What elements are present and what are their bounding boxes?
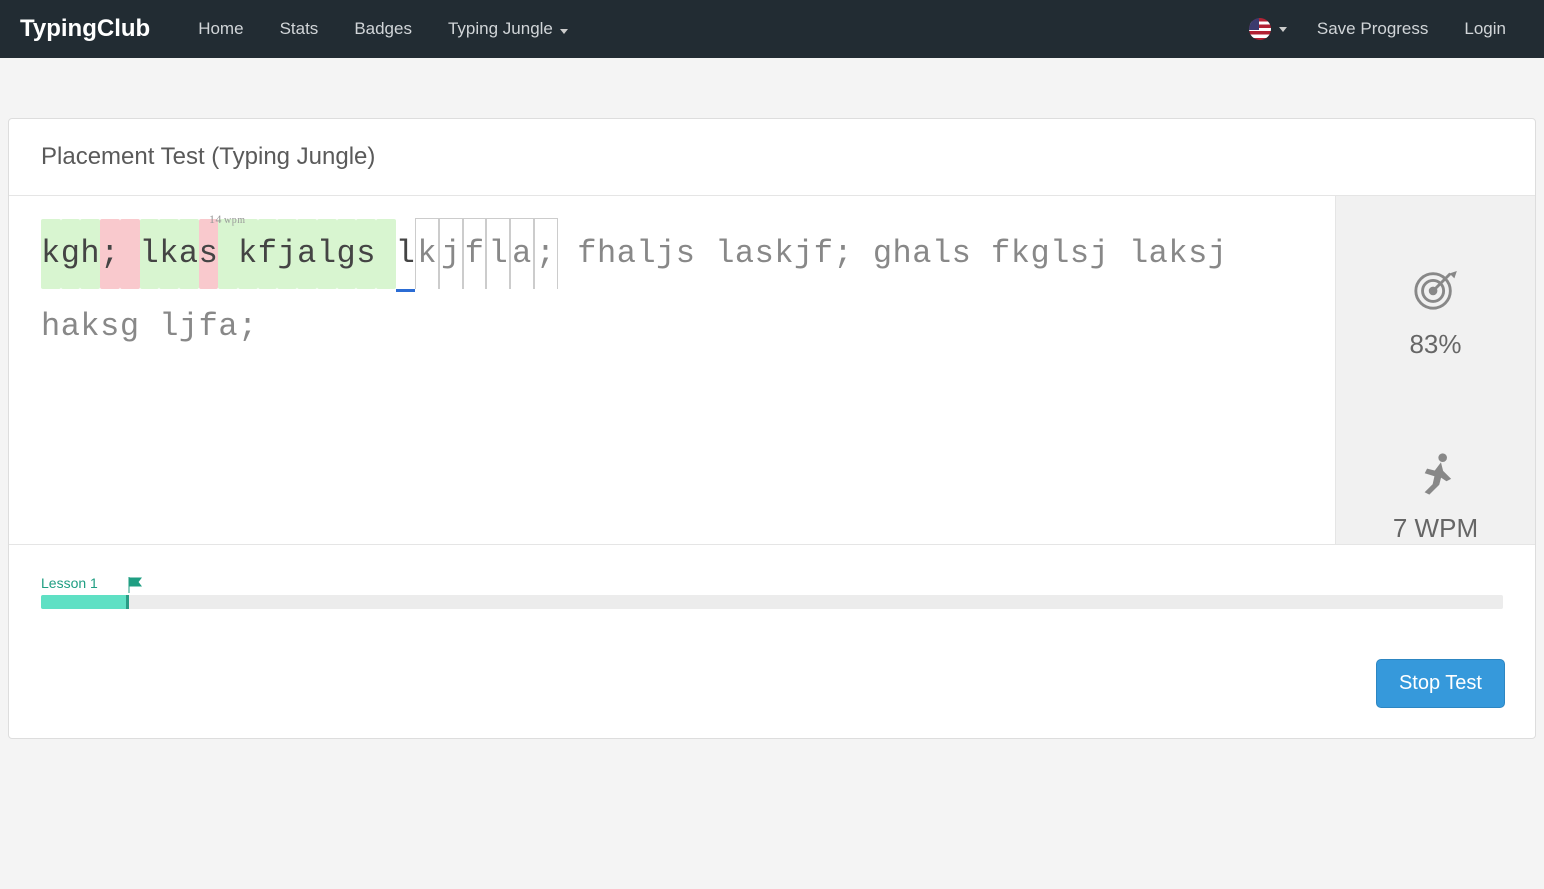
progress-bar [41, 595, 1503, 609]
char: a [1149, 219, 1169, 289]
char: k [1011, 219, 1031, 289]
char: f [991, 219, 1011, 289]
nav-links: Home Stats Badges Typing Jungle [180, 1, 1237, 57]
typing-text-panel[interactable]: 14wpm kgh; lkas kfjalgs lkjfla; fhaljs l… [9, 196, 1335, 544]
accuracy-stat: 83% [1409, 266, 1461, 360]
char: l [486, 218, 510, 289]
char: h [597, 219, 617, 289]
char: g [873, 219, 893, 289]
char: j [1208, 219, 1228, 289]
char [120, 219, 140, 289]
char: a [912, 219, 932, 289]
char [696, 219, 716, 289]
char [376, 219, 396, 289]
char: k [774, 219, 794, 289]
char: f [463, 218, 487, 289]
char: s [755, 219, 775, 289]
char: ; [833, 219, 853, 289]
char: f [577, 219, 597, 289]
nav-badges[interactable]: Badges [336, 1, 430, 57]
brand-logo[interactable]: TypingClub [20, 15, 150, 43]
char: a [179, 219, 199, 289]
runner-icon [1412, 450, 1458, 501]
char: k [41, 219, 61, 289]
target-icon [1412, 266, 1458, 317]
char: j [656, 219, 676, 289]
us-flag-icon [1249, 18, 1271, 40]
char: s [1188, 219, 1208, 289]
navbar: TypingClub Home Stats Badges Typing Jung… [0, 0, 1544, 58]
char: h [893, 219, 913, 289]
char: j [794, 219, 814, 289]
char: s [952, 219, 972, 289]
nav-home[interactable]: Home [180, 1, 261, 57]
char: l [1050, 219, 1070, 289]
progress-label: Lesson 1 [41, 575, 98, 591]
char: f [258, 219, 278, 289]
speed-stat: 7 WPM [1393, 450, 1478, 544]
char: h [80, 219, 100, 289]
button-row: Stop Test [9, 629, 1535, 738]
login-link[interactable]: Login [1446, 1, 1524, 57]
char: k [1168, 219, 1188, 289]
typing-line-2: haksg ljfa; [41, 292, 1303, 362]
char: g [337, 219, 357, 289]
char: g [61, 219, 81, 289]
char: a [617, 219, 637, 289]
inline-wpm-unit: wpm [224, 215, 246, 226]
card-title: Placement Test (Typing Jungle) [9, 119, 1535, 196]
char [1109, 219, 1129, 289]
nav-typing-jungle-label: Typing Jungle [448, 19, 553, 38]
char: l [396, 219, 416, 292]
char: l [1129, 219, 1149, 289]
char: g [1030, 219, 1050, 289]
char: a [510, 218, 534, 289]
char: l [636, 219, 656, 289]
char: l [715, 219, 735, 289]
char: j [1090, 219, 1110, 289]
char: l [317, 219, 337, 289]
char: ; [534, 218, 558, 289]
char: l [932, 219, 952, 289]
char: j [439, 218, 463, 289]
char: ; [100, 219, 120, 289]
char: s [1070, 219, 1090, 289]
char: l [140, 219, 160, 289]
inline-wpm-value: 14 [209, 212, 222, 226]
stats-panel: 83% 7 WPM [1335, 196, 1535, 544]
char: f [814, 219, 834, 289]
progress-bar-fill [41, 595, 129, 609]
stop-test-button[interactable]: Stop Test [1376, 659, 1505, 708]
char: k [159, 219, 179, 289]
chevron-down-icon [1279, 27, 1287, 32]
save-progress-link[interactable]: Save Progress [1299, 1, 1447, 57]
placement-test-card: Placement Test (Typing Jungle) 14wpm kgh… [8, 118, 1536, 739]
char [971, 219, 991, 289]
typing-area: 14wpm kgh; lkas kfjalgs lkjfla; fhaljs l… [9, 196, 1535, 545]
chevron-down-icon [560, 29, 568, 34]
char: s [356, 219, 376, 289]
nav-typing-jungle[interactable]: Typing Jungle [430, 1, 586, 57]
progress-wrap: Lesson 1 [41, 595, 1503, 609]
language-selector[interactable] [1237, 10, 1299, 48]
char: s [676, 219, 696, 289]
speed-value: 7 WPM [1393, 513, 1478, 544]
accuracy-value: 83% [1409, 329, 1461, 360]
char: a [297, 219, 317, 289]
inline-wpm-label: 14wpm [209, 206, 246, 232]
nav-stats[interactable]: Stats [262, 1, 337, 57]
char: a [735, 219, 755, 289]
char: j [277, 219, 297, 289]
char [558, 219, 578, 289]
nav-right: Save Progress Login [1237, 1, 1524, 57]
progress-section: Lesson 1 [9, 545, 1535, 629]
char: k [415, 218, 439, 289]
char [853, 219, 873, 289]
